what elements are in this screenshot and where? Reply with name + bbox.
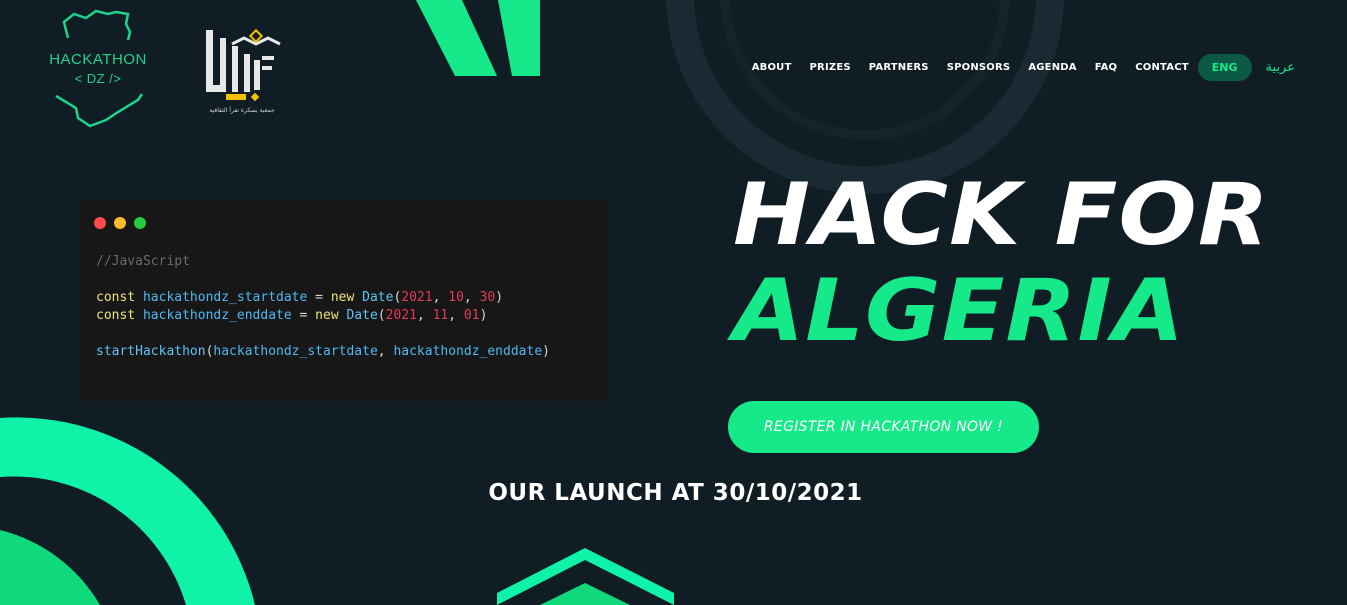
hero-title-line1: HACK FOR <box>733 165 1270 265</box>
code-number: 2021 <box>385 308 417 323</box>
window-maximize-dot <box>134 217 146 229</box>
hackathon-dz-logo-icon <box>55 9 144 128</box>
code-class: Date <box>346 308 378 323</box>
code-new-keyword: new <box>315 308 339 323</box>
top-slash-decoration <box>416 0 497 76</box>
launch-date-heading: OUR LAUNCH AT 30/10/2021 <box>488 480 863 506</box>
hackathon-logo-text: HACKATHON <box>49 51 147 68</box>
code-variable: hackathondz_enddate <box>142 308 292 323</box>
window-close-dot <box>94 217 106 229</box>
register-button[interactable]: REGISTER IN HACKATHON NOW ! <box>728 401 1039 453</box>
nav-item-contact[interactable]: CONTACT <box>1135 62 1189 73</box>
code-keyword: const <box>96 308 136 323</box>
nav-item-prizes[interactable]: PRIZES <box>810 62 851 73</box>
code-variable: hackathondz_startdate <box>142 290 308 305</box>
code-number: 2021 <box>401 290 433 305</box>
code-variable: hackathondz_startdate <box>213 344 378 359</box>
code-keyword: const <box>96 290 136 305</box>
code-number: 10 <box>448 290 464 305</box>
nav-item-faq[interactable]: FAQ <box>1095 62 1118 73</box>
code-function: startHackathon <box>96 344 206 359</box>
iqraa-association-logo-icon <box>206 28 281 102</box>
code-window: //JavaScript const hackathondz_startdate… <box>80 201 608 401</box>
hackathon-logo-subtext: < DZ /> <box>74 71 122 86</box>
hero-title-line2: ALGERIA <box>733 261 1186 361</box>
partner-logo[interactable]: جمعية بسكرة تقرأ الثقافية <box>196 24 288 120</box>
language-arabic-link[interactable]: عربية <box>1266 60 1295 75</box>
main-nav: ABOUT PRIZES PARTNERS SPONSORS AGENDA FA… <box>734 54 1295 81</box>
code-operator: = <box>315 290 323 305</box>
window-controls <box>94 217 154 229</box>
code-snippet: //JavaScript const hackathondz_startdate… <box>96 254 550 359</box>
nav-item-sponsors[interactable]: SPONSORS <box>947 62 1011 73</box>
bg-ring-decoration <box>666 0 1064 194</box>
code-class: Date <box>362 290 394 305</box>
code-number: 11 <box>432 308 449 323</box>
partner-tagline: جمعية بسكرة تقرأ الثقافية <box>209 107 275 114</box>
code-variable: hackathondz_enddate <box>393 344 543 359</box>
code-operator: = <box>299 308 308 323</box>
code-new-keyword: new <box>330 290 355 305</box>
nav-item-about[interactable]: ABOUT <box>752 62 792 73</box>
code-number: 30 <box>479 290 496 305</box>
language-english-button[interactable]: ENG <box>1197 54 1252 81</box>
nav-item-agenda[interactable]: AGENDA <box>1028 62 1076 73</box>
nav-item-partners[interactable]: PARTNERS <box>869 62 929 73</box>
code-number: 01 <box>463 308 480 323</box>
hackathon-dz-logo[interactable]: HACKATHON < DZ /> <box>46 8 150 130</box>
window-minimize-dot <box>114 217 126 229</box>
code-comment: //JavaScript <box>96 254 190 269</box>
